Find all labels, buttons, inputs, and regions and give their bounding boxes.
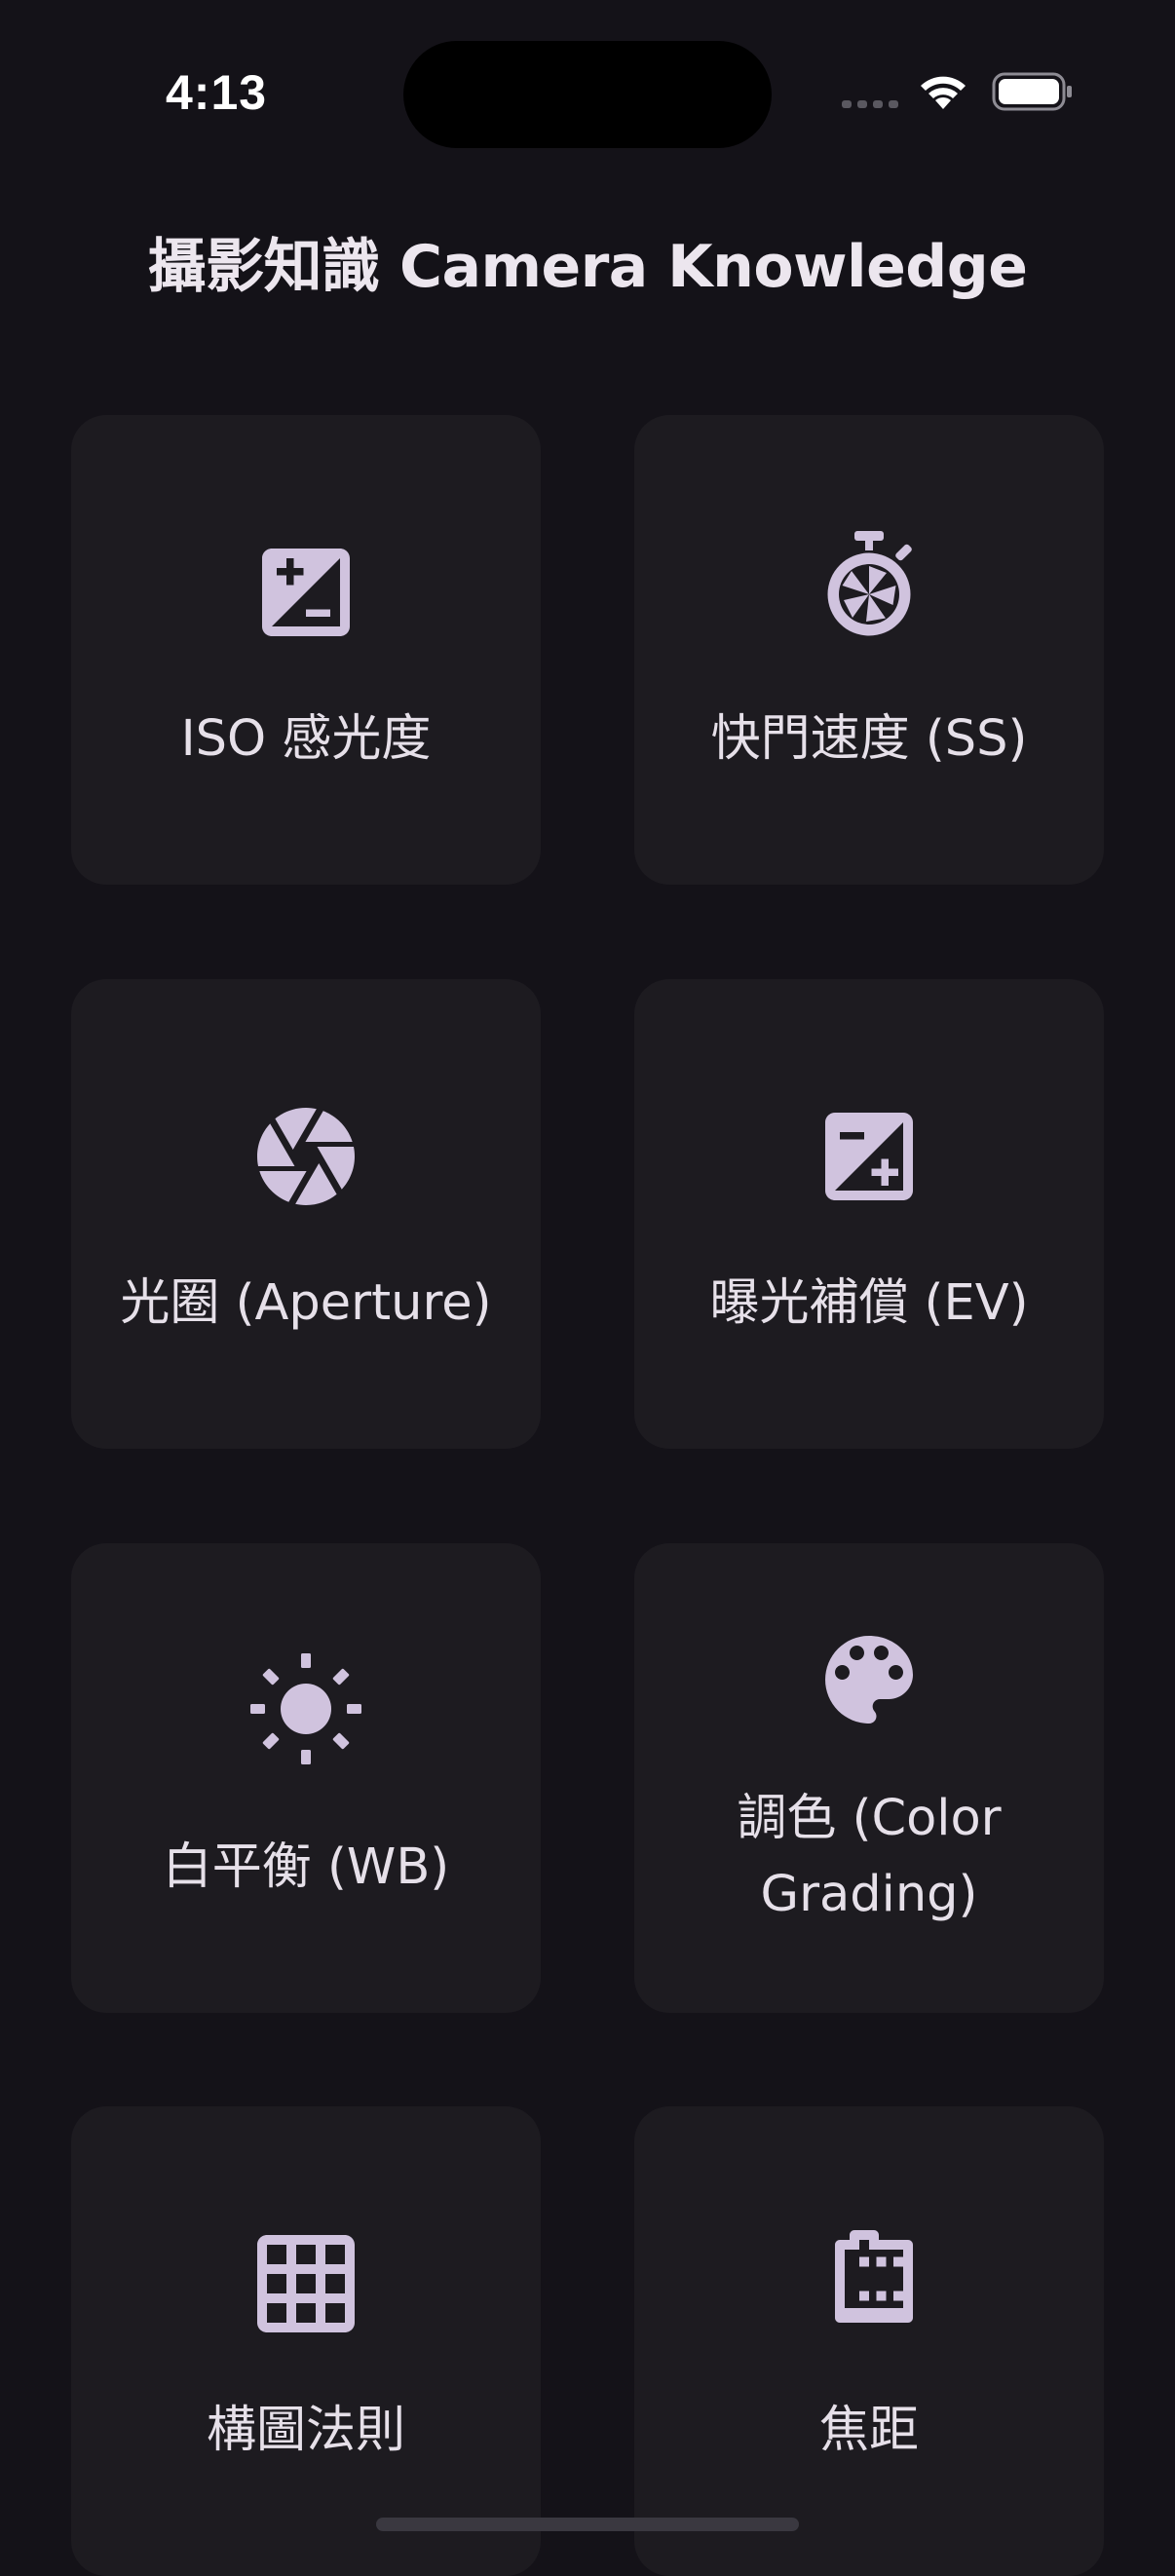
- card-label: 白平衡 (WB): [162, 1838, 450, 1896]
- card-label: 曝光補償 (EV): [709, 1274, 1029, 1332]
- card-exposure-compensation[interactable]: 曝光補償 (EV): [634, 979, 1104, 1449]
- sun-icon: [250, 1653, 361, 1764]
- card-label: 光圈 (Aperture): [120, 1274, 492, 1332]
- card-label: 快門速度 (SS): [710, 710, 1028, 768]
- card-iso[interactable]: ISO 感光度: [71, 415, 541, 885]
- film-icon: [835, 2230, 913, 2323]
- grid-icon: [257, 2235, 355, 2332]
- card-shutter-speed[interactable]: 快門速度 (SS): [634, 415, 1104, 885]
- card-composition[interactable]: 構圖法則: [71, 2106, 541, 2576]
- aperture-icon: [257, 1108, 355, 1205]
- page-title: 攝影知識 Camera Knowledge: [147, 233, 1028, 301]
- status-bar: 4:13: [0, 0, 1175, 185]
- card-color-grading[interactable]: 調色 (Color Grading): [634, 1543, 1104, 2013]
- exposure-compensation-icon: [825, 1113, 913, 1200]
- card-white-balance[interactable]: 白平衡 (WB): [71, 1543, 541, 2013]
- exposure-icon: [262, 549, 350, 636]
- dynamic-island: [403, 41, 772, 148]
- card-focal-length[interactable]: 焦距: [634, 2106, 1104, 2576]
- card-label: ISO 感光度: [180, 710, 432, 768]
- card-label: 構圖法則: [206, 2402, 405, 2459]
- card-aperture[interactable]: 光圈 (Aperture): [71, 979, 541, 1449]
- palette-icon: [825, 1636, 913, 1724]
- cellular-signal-icon: [842, 100, 898, 108]
- card-label: 調色 (Color Grading): [737, 1790, 1002, 1923]
- battery-icon: [992, 72, 1072, 111]
- status-time: 4:13: [166, 65, 268, 120]
- shutter-timer-icon: [827, 531, 912, 636]
- card-label: 焦距: [818, 2402, 919, 2459]
- wifi-icon: [921, 76, 966, 109]
- home-indicator[interactable]: [376, 2518, 799, 2531]
